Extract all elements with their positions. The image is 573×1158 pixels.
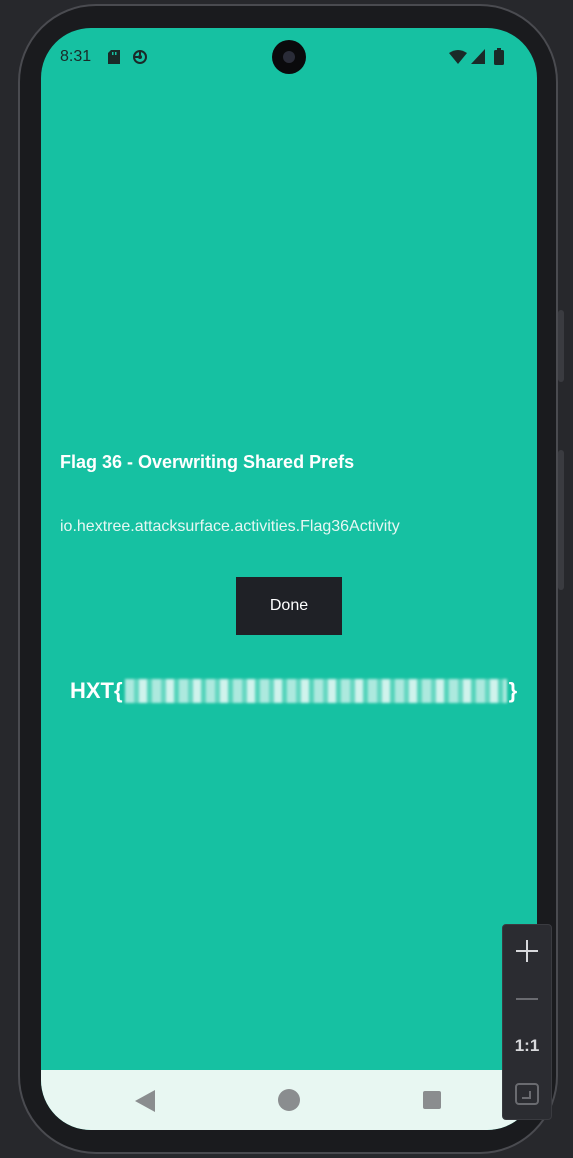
zoom-in-icon[interactable]: [503, 927, 551, 975]
activity-name: io.hextree.attacksurface.activities.Flag…: [60, 518, 400, 535]
page-title: Flag 36 - Overwriting Shared Prefs: [60, 452, 355, 472]
navigation-bar: [41, 1070, 537, 1130]
front-camera: [272, 40, 306, 74]
emulator-zoom-panel: 1:1: [502, 924, 552, 1120]
back-icon[interactable]: [135, 1090, 155, 1112]
home-icon[interactable]: [278, 1089, 300, 1111]
volume-button[interactable]: [558, 450, 564, 590]
cellular-signal-icon: [471, 49, 485, 64]
flag-suffix: }: [508, 678, 518, 703]
power-button[interactable]: [558, 310, 564, 382]
zoom-reset-button[interactable]: 1:1: [503, 1022, 551, 1070]
fit-screen-glyph: [515, 1083, 539, 1105]
flag-prefix: HXT{: [70, 678, 123, 703]
zoom-out-icon[interactable]: [503, 975, 551, 1023]
flag-redacted: [124, 679, 507, 703]
wifi-icon: [449, 50, 467, 64]
phone-screen: 8:31 Flag 36 - Overwriting Shared Prefs …: [41, 28, 537, 1130]
plus-icon: [516, 940, 538, 962]
status-bar: 8:31: [41, 28, 537, 88]
done-button[interactable]: Done: [236, 577, 342, 635]
fit-screen-icon[interactable]: [503, 1070, 551, 1118]
sd-card-icon: [108, 50, 120, 64]
battery-icon: [494, 48, 504, 65]
recents-icon[interactable]: [423, 1091, 441, 1109]
pinwheel-icon: [133, 50, 147, 64]
status-time: 8:31: [60, 48, 92, 65]
minus-icon: [516, 998, 538, 1000]
flag-text: HXT{ }: [70, 676, 517, 706]
